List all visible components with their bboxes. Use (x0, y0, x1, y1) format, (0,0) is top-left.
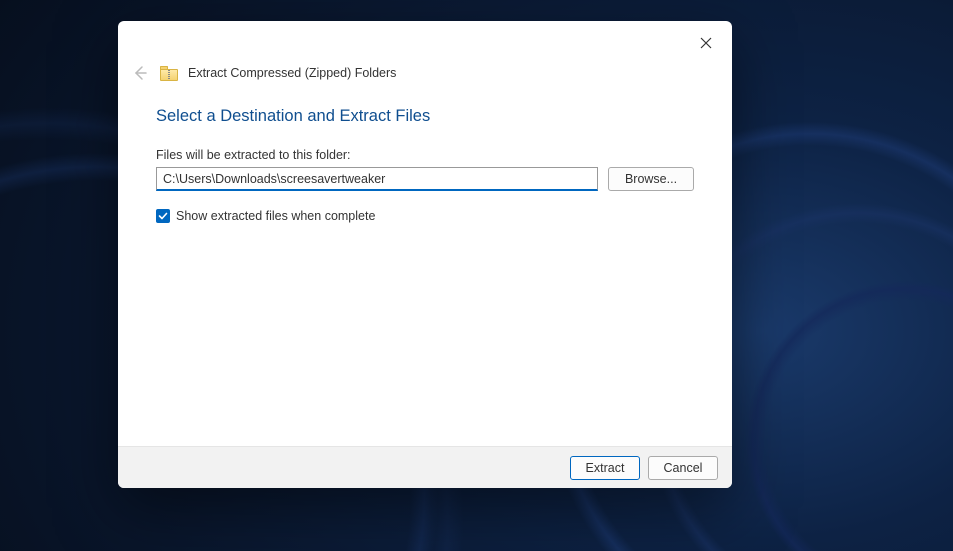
close-icon (700, 37, 712, 49)
header-row: Extract Compressed (Zipped) Folders (118, 61, 732, 99)
checkmark-icon (158, 211, 168, 221)
back-button[interactable] (128, 61, 152, 85)
dialog-title: Extract Compressed (Zipped) Folders (188, 66, 396, 80)
cancel-button[interactable]: Cancel (648, 456, 718, 480)
show-files-checkbox-label[interactable]: Show extracted files when complete (176, 209, 375, 223)
titlebar (118, 21, 732, 61)
browse-button[interactable]: Browse... (608, 167, 694, 191)
dialog-footer: Extract Cancel (118, 446, 732, 488)
show-files-checkbox-row: Show extracted files when complete (156, 209, 694, 223)
extract-dialog: Extract Compressed (Zipped) Folders Sele… (118, 21, 732, 488)
zipped-folder-icon (160, 66, 178, 81)
path-row: Browse... (156, 167, 694, 191)
destination-path-input[interactable] (156, 167, 598, 191)
show-files-checkbox[interactable] (156, 209, 170, 223)
extract-button[interactable]: Extract (570, 456, 640, 480)
page-heading: Select a Destination and Extract Files (156, 107, 694, 126)
close-button[interactable] (692, 29, 720, 57)
path-field-label: Files will be extracted to this folder: (156, 148, 694, 162)
back-arrow-icon (132, 65, 148, 81)
content-area: Select a Destination and Extract Files F… (118, 99, 732, 446)
